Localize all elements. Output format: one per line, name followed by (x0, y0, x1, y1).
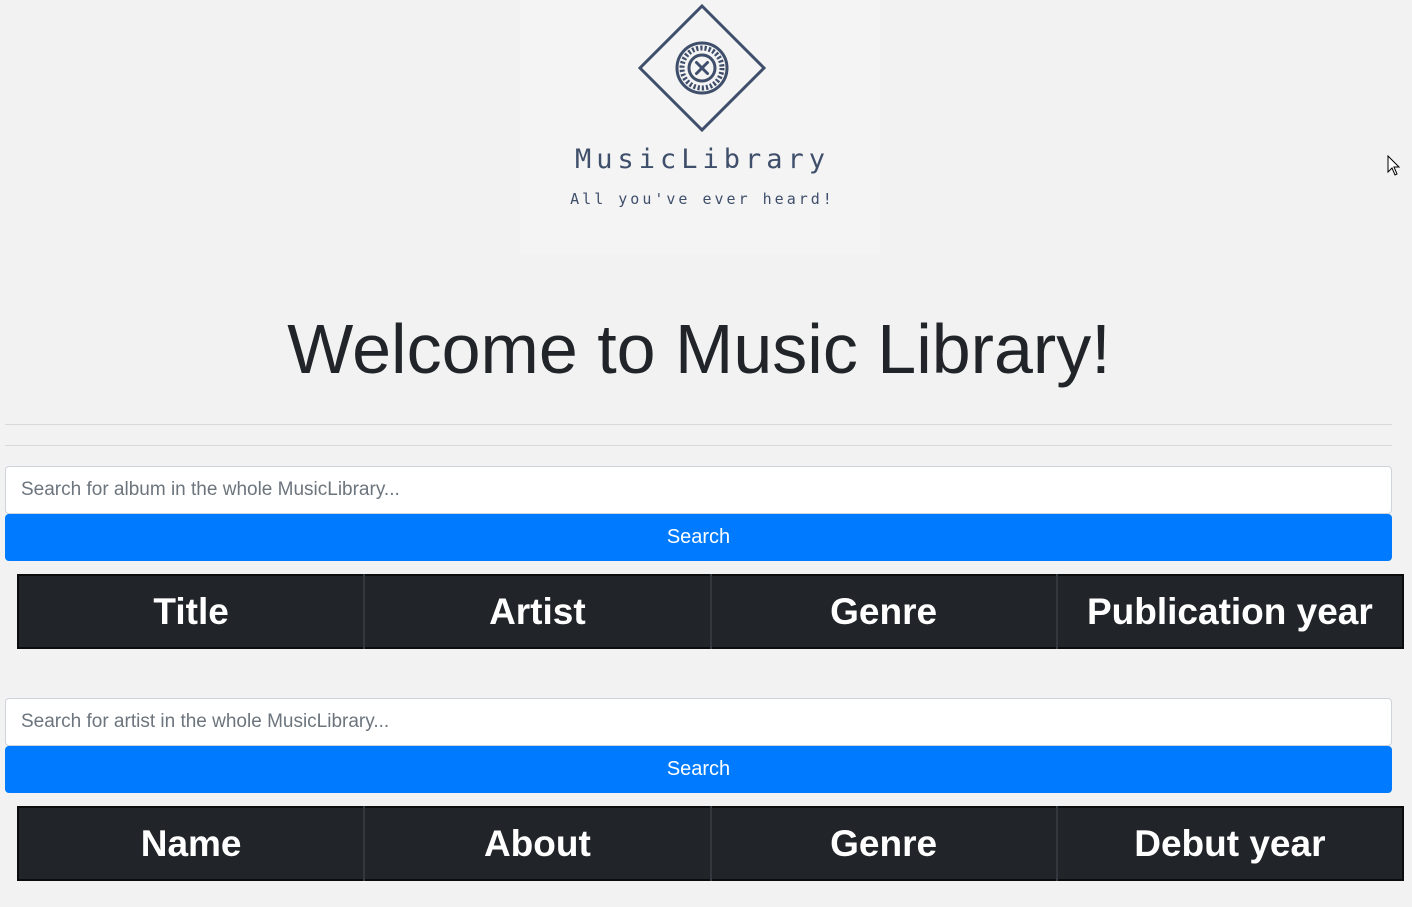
artist-search-button[interactable]: Search (5, 746, 1392, 793)
column-header-genre: Genre (709, 807, 1057, 880)
artist-search-input[interactable] (5, 698, 1392, 746)
page-title: Welcome to Music Library! (287, 310, 1111, 388)
site-logo[interactable]: MusicLibrary All you've ever heard! (520, 0, 880, 254)
column-header-name: Name (140, 822, 242, 864)
mouse-pointer-icon (1387, 155, 1401, 176)
table-header-row: Title Artist Genre Publication year (18, 575, 1403, 648)
table-header-row: Name About Genre Debut year (18, 807, 1403, 880)
logo-tagline: All you've ever heard! (570, 190, 835, 208)
column-header-artist: Artist (363, 575, 711, 648)
artist-results-table: Name About Genre Debut year (17, 806, 1404, 881)
column-header-debut-year: Debut year (1055, 807, 1403, 880)
divider (5, 445, 1392, 446)
logo-name: MusicLibrary (574, 144, 831, 175)
divider (5, 424, 1392, 425)
music-library-page: MusicLibrary All you've ever heard! Welc… (0, 0, 1412, 907)
column-header-title: Title (153, 590, 229, 632)
album-results-table: Title Artist Genre Publication year (17, 574, 1404, 649)
column-header-publication-year: Publication year (1055, 575, 1403, 648)
column-header-about: About (363, 807, 711, 880)
column-header-genre: Genre (709, 575, 1057, 648)
album-search-button[interactable]: Search (5, 514, 1392, 561)
album-search-input[interactable] (5, 466, 1392, 514)
disc-diamond-logo-icon (638, 4, 766, 132)
